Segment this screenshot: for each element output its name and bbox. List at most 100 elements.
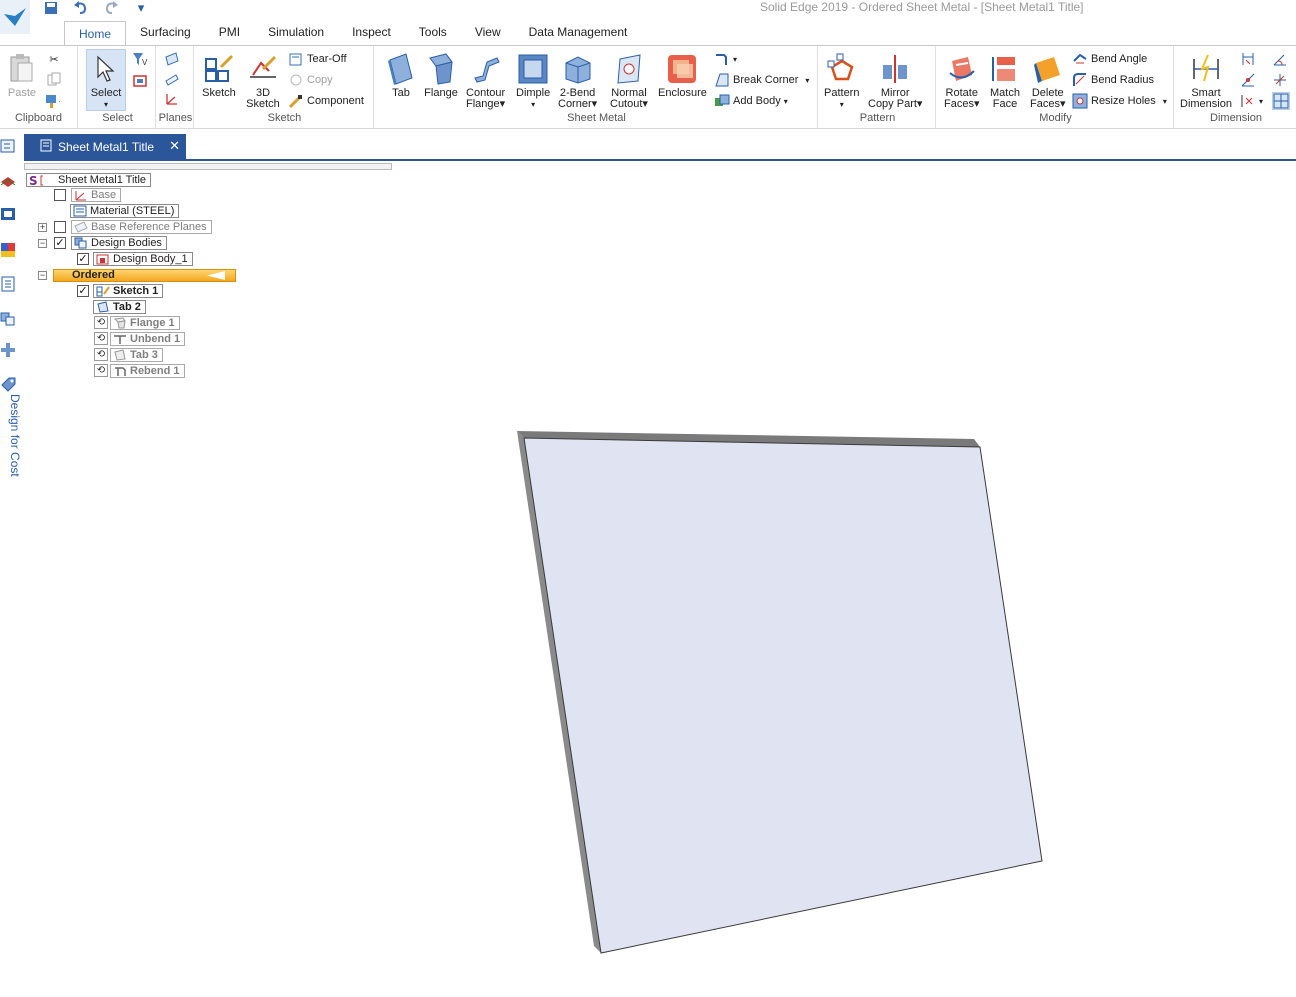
tab-feature-button[interactable]: Tab <box>384 50 418 99</box>
layers-icon[interactable] <box>0 174 16 190</box>
expand-base-ref-planes[interactable]: + <box>38 223 47 232</box>
pattern-button[interactable]: Pattern ▾ <box>824 50 859 110</box>
contour-flange-button[interactable]: Contour Flange▾ <box>466 50 505 110</box>
sheet-metal-tab-plate[interactable] <box>517 431 1043 954</box>
tab-tools[interactable]: Tools <box>405 20 461 45</box>
unbend-1-rollback-icon[interactable]: ⟲ <box>94 332 108 345</box>
save-icon[interactable] <box>40 0 62 16</box>
pathfinder-icon[interactable] <box>0 138 16 154</box>
bend-radius-button[interactable]: Bend Radius <box>1072 71 1154 89</box>
add-body-button[interactable]: Add Body ▾ <box>714 92 788 110</box>
collapse-ordered[interactable]: − <box>38 271 47 280</box>
resize-holes-button[interactable]: Resize Holes ▾ <box>1072 92 1167 110</box>
smart-dimension-button[interactable]: Smart Dimension <box>1180 50 1232 110</box>
tear-off-button[interactable]: Tear-Off <box>288 50 347 68</box>
tree-node-base-reference-planes[interactable]: Base Reference Planes <box>71 220 212 234</box>
match-face-button[interactable]: Match Face <box>988 50 1022 110</box>
delete-faces-button[interactable]: Delete Faces▾ <box>1030 50 1066 110</box>
rollback-marker-icon[interactable] <box>207 271 225 280</box>
part-library-icon[interactable] <box>0 342 16 358</box>
2-bend-corner-button[interactable]: 2-Bend Corner▾ <box>558 50 597 110</box>
tab-simulation[interactable]: Simulation <box>254 20 338 45</box>
tab-home[interactable]: Home <box>64 21 127 46</box>
tree-node-rebend-1[interactable]: Rebend 1 <box>110 364 185 378</box>
dimple-icon <box>516 50 550 88</box>
bend-angle-button[interactable]: Bend Angle <box>1072 50 1147 68</box>
rebend-1-rollback-icon[interactable]: ⟲ <box>94 364 108 377</box>
base-checkbox[interactable] <box>54 189 66 201</box>
select-tools-button[interactable] <box>132 72 148 90</box>
tab-pmi[interactable]: PMI <box>205 20 254 45</box>
component-button[interactable]: Component <box>288 92 364 110</box>
symmetric-diameter-button[interactable] <box>1272 71 1288 89</box>
tree-node-unbend-1[interactable]: Unbend 1 <box>110 332 186 346</box>
app-logo-icon[interactable] <box>0 0 34 36</box>
tab-view[interactable]: View <box>461 20 515 45</box>
tab-inspect[interactable]: Inspect <box>338 20 405 45</box>
rotate-faces-button[interactable]: Rotate Faces▾ <box>944 50 980 110</box>
paste-button[interactable]: Paste <box>5 50 39 99</box>
coordinate-system-button[interactable] <box>164 90 180 108</box>
tree-node-flange-1[interactable]: Flange 1 <box>110 316 180 330</box>
tab-3-rollback-icon[interactable]: ⟲ <box>94 348 108 361</box>
design-bodies-checkbox[interactable]: ✓ <box>54 237 66 249</box>
tab-data-management[interactable]: Data Management <box>515 20 642 45</box>
copy-clipboard-button[interactable] <box>46 70 62 88</box>
customize-icon[interactable]: ▾ <box>130 0 152 16</box>
feature-library-icon[interactable] <box>0 206 16 222</box>
tab-surfacing[interactable]: Surfacing <box>126 20 205 45</box>
design-bodies-icon <box>74 237 88 249</box>
tree-node-tab-3[interactable]: Tab 3 <box>110 348 163 362</box>
tree-node-design-bodies[interactable]: Design Bodies <box>71 236 167 250</box>
design-for-cost-icon[interactable] <box>0 376 16 392</box>
document-tab[interactable]: Sheet Metal1 Title ✕ <box>24 134 186 159</box>
tree-node-tab-2[interactable]: Tab 2 <box>93 300 146 314</box>
redo-icon[interactable] <box>100 0 122 16</box>
base-ref-planes-checkbox[interactable] <box>54 221 66 233</box>
coordinate-dimension-button[interactable]: ▾ <box>1240 92 1263 110</box>
design-for-cost-tab[interactable]: Design for Cost <box>8 394 22 484</box>
quick-access-toolbar: ▾ <box>40 0 152 16</box>
angle-dimension-button[interactable] <box>1272 50 1288 68</box>
assembly-icon[interactable] <box>0 310 16 326</box>
cut-button[interactable]: ✂ <box>46 50 62 68</box>
distance-between-button[interactable] <box>1240 50 1256 68</box>
coincident-plane-button[interactable] <box>164 50 180 68</box>
select-filter-button[interactable]: V <box>132 50 148 68</box>
smart-dimension-icon <box>1189 50 1223 88</box>
collapse-design-bodies[interactable]: − <box>38 239 47 248</box>
format-painter-button[interactable] <box>44 92 60 110</box>
undo-icon[interactable] <box>70 0 92 16</box>
3d-sketch-button[interactable]: 3D Sketch <box>246 50 280 110</box>
tree-node-ordered[interactable]: Ordered <box>53 269 236 282</box>
material-icon <box>73 205 87 217</box>
properties-icon[interactable] <box>0 276 16 292</box>
normal-cutout-button[interactable]: Normal Cutout▾ <box>610 50 648 110</box>
close-icon[interactable]: ✕ <box>169 138 180 154</box>
dimension-axis-button[interactable] <box>1272 92 1290 110</box>
tree-node-base[interactable]: Base <box>71 188 122 202</box>
tree-node-material[interactable]: Material (STEEL) <box>70 204 180 218</box>
flange-button[interactable]: Flange <box>424 50 458 99</box>
tree-node-root[interactable]: S Sheet Metal1 Title <box>26 173 152 187</box>
color-manager-icon[interactable] <box>0 242 16 258</box>
tree-node-design-body-1[interactable]: Design Body_1 <box>93 252 193 266</box>
pathfinder-splitter[interactable] <box>24 163 392 170</box>
angled-plane-button[interactable] <box>164 70 180 88</box>
enclosure-button[interactable]: Enclosure <box>658 50 707 99</box>
sheet-metal-more-button[interactable]: ▾ <box>714 50 737 68</box>
dimple-button[interactable]: Dimple ▾ <box>516 50 550 110</box>
design-body-1-checkbox[interactable]: ✓ <box>77 253 89 265</box>
sheet-metal-group: Tab Flange Contour Flange▾ Dimple ▾ 2-Be… <box>376 46 818 128</box>
mirror-copy-part-button[interactable]: Mirror Copy Part▾ <box>868 50 922 110</box>
tree-node-sketch-1[interactable]: Sketch 1 <box>93 284 164 298</box>
copy-sketch-button[interactable]: Copy <box>288 71 333 89</box>
sketch-button[interactable]: Sketch <box>202 50 236 99</box>
sketch-1-checkbox[interactable]: ✓ <box>77 285 89 297</box>
break-corner-button[interactable]: Break Corner ▾ <box>714 71 809 89</box>
flange-1-rollback-icon[interactable]: ⟲ <box>94 316 108 329</box>
3d-sketch-icon <box>246 50 280 88</box>
modify-group: Rotate Faces▾ Match Face Delete Faces▾ B… <box>938 46 1174 128</box>
angle-between-button[interactable] <box>1240 71 1256 89</box>
select-button[interactable]: Select ▾ <box>86 49 126 111</box>
